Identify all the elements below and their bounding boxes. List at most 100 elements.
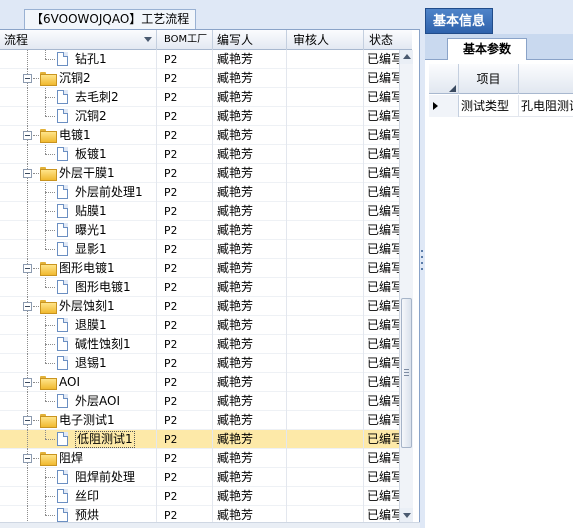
scroll-down-button[interactable]: [400, 508, 413, 522]
table-row[interactable]: 低阻测试1 P2 臧艳芳 已编写: [0, 430, 399, 449]
table-row[interactable]: 显影1 P2 臧艳芳 已编写: [0, 240, 399, 259]
writer-cell: 臧艳芳: [213, 392, 287, 411]
column-header-reviewer[interactable]: 审核人: [287, 30, 364, 50]
tree-cell[interactable]: 外层干膜1: [0, 164, 157, 183]
tree-cell[interactable]: 低阻测试1: [0, 430, 157, 449]
tree-cell[interactable]: 曝光1: [0, 221, 157, 240]
drag-handle[interactable]: [462, 0, 522, 5]
table-row[interactable]: 外层蚀刻1 P2 臧艳芳 已编写: [0, 297, 399, 316]
collapse-toggle-icon[interactable]: [23, 454, 32, 463]
tree-cell[interactable]: 阻焊: [0, 449, 157, 468]
document-icon: [57, 52, 68, 66]
table-row[interactable]: 图形电镀1 P2 臧艳芳 已编写: [0, 278, 399, 297]
tree-cell[interactable]: 电镀1: [0, 126, 157, 145]
table-row[interactable]: 退锡1 P2 臧艳芳 已编写: [0, 354, 399, 373]
tree-cell[interactable]: 退锡1: [0, 354, 157, 373]
horizontal-scrollbar[interactable]: [0, 522, 420, 528]
splitter-grip-dot: [421, 256, 423, 258]
table-row[interactable]: 钻孔1 P2 臧艳芳 已编写: [0, 50, 399, 69]
tree-node-label: AOI: [59, 375, 80, 389]
tree-cell[interactable]: 钻孔1: [0, 50, 157, 69]
property-key: 测试类型: [459, 95, 519, 117]
tree-cell[interactable]: 贴膜1: [0, 202, 157, 221]
table-row[interactable]: 图形电镀1 P2 臧艳芳 已编写: [0, 259, 399, 278]
right-tab-bar: 基本信息: [425, 0, 573, 34]
collapse-toggle-icon[interactable]: [23, 169, 32, 178]
tree-cell[interactable]: 板镀1: [0, 145, 157, 164]
collapse-toggle-icon[interactable]: [23, 416, 32, 425]
property-row[interactable]: 测试类型 孔电阻测试: [429, 95, 573, 117]
tree-cell[interactable]: 电子测试1: [0, 411, 157, 430]
vertical-scrollbar[interactable]: [399, 50, 413, 522]
tree-cell[interactable]: 阻焊前处理: [0, 468, 157, 487]
collapse-toggle-icon[interactable]: [23, 378, 32, 387]
bom-factory-cell: P2: [157, 240, 213, 259]
table-row[interactable]: 外层前处理1 P2 臧艳芳 已编写: [0, 183, 399, 202]
reviewer-cell: [287, 107, 364, 126]
tab-process-flow[interactable]: 【6VOOWOJQAO】工艺流程: [24, 9, 197, 29]
column-header-bom-factory[interactable]: BOM工厂: [157, 30, 213, 50]
tree-cell[interactable]: 去毛刺2: [0, 88, 157, 107]
corner-triangle-icon: [449, 85, 456, 92]
table-row[interactable]: 曝光1 P2 臧艳芳 已编写: [0, 221, 399, 240]
table-row[interactable]: 电子测试1 P2 臧艳芳 已编写: [0, 411, 399, 430]
table-row[interactable]: 去毛刺2 P2 臧艳芳 已编写: [0, 88, 399, 107]
tree-cell[interactable]: 丝印: [0, 487, 157, 506]
tree-node-label: 外层AOI: [75, 394, 120, 408]
tree-cell[interactable]: 外层AOI: [0, 392, 157, 411]
property-value[interactable]: 孔电阻测试: [519, 95, 573, 117]
column-header-status[interactable]: 状态: [364, 30, 412, 50]
collapse-toggle-icon[interactable]: [23, 74, 32, 83]
table-row[interactable]: 丝印 P2 臧艳芳 已编写: [0, 487, 399, 506]
tree-guide-line: [33, 78, 39, 79]
tree-cell[interactable]: 图形电镀1: [0, 259, 157, 278]
table-row[interactable]: 退膜1 P2 臧艳芳 已编写: [0, 316, 399, 335]
table-row[interactable]: 贴膜1 P2 臧艳芳 已编写: [0, 202, 399, 221]
subtab-basic-params[interactable]: 基本参数: [447, 38, 527, 60]
table-row[interactable]: 沉铜2 P2 臧艳芳 已编写: [0, 69, 399, 88]
tree-cell[interactable]: 外层前处理1: [0, 183, 157, 202]
tree-cell[interactable]: 外层蚀刻1: [0, 297, 157, 316]
tree-cell[interactable]: 图形电镀1: [0, 278, 157, 297]
tree-guide-line: [45, 278, 46, 287]
collapse-toggle-icon[interactable]: [23, 131, 32, 140]
tree-guide-line: [45, 59, 55, 60]
tab-basic-info[interactable]: 基本信息: [425, 8, 493, 34]
table-row[interactable]: 沉铜2 P2 臧艳芳 已编写: [0, 107, 399, 126]
bom-factory-cell: P2: [157, 335, 213, 354]
collapse-toggle-icon[interactable]: [23, 302, 32, 311]
reviewer-cell: [287, 411, 364, 430]
writer-cell: 臧艳芳: [213, 487, 287, 506]
tree-cell[interactable]: 预烘: [0, 506, 157, 522]
status-cell: 已编写: [367, 90, 399, 104]
tree-guide-line: [27, 183, 28, 202]
table-row[interactable]: 外层AOI P2 臧艳芳 已编写: [0, 392, 399, 411]
column-header-writer[interactable]: 编写人: [213, 30, 287, 50]
tree-cell[interactable]: 退膜1: [0, 316, 157, 335]
tree-guide-line: [45, 439, 55, 440]
table-row[interactable]: 电镀1 P2 臧艳芳 已编写: [0, 126, 399, 145]
table-row[interactable]: 碱性蚀刻1 P2 臧艳芳 已编写: [0, 335, 399, 354]
table-row[interactable]: 阻焊 P2 臧艳芳 已编写: [0, 449, 399, 468]
tree-guide-line: [45, 506, 46, 515]
table-row[interactable]: 阻焊前处理 P2 臧艳芳 已编写: [0, 468, 399, 487]
tree-guide-line: [45, 325, 55, 326]
table-row[interactable]: 外层干膜1 P2 臧艳芳 已编写: [0, 164, 399, 183]
column-header-item[interactable]: 项目: [459, 64, 519, 94]
scrollbar-thumb[interactable]: [401, 298, 412, 448]
grid-corner-cell[interactable]: [429, 64, 459, 94]
reviewer-cell: [287, 430, 364, 449]
collapse-toggle-icon[interactable]: [23, 264, 32, 273]
column-header-process[interactable]: 流程: [0, 30, 157, 50]
tree-cell[interactable]: 显影1: [0, 240, 157, 259]
status-cell: 已编写: [367, 470, 399, 484]
scroll-up-button[interactable]: [400, 50, 413, 64]
tree-cell[interactable]: AOI: [0, 373, 157, 392]
tree-cell[interactable]: 沉铜2: [0, 107, 157, 126]
tree-cell[interactable]: 碱性蚀刻1: [0, 335, 157, 354]
tree-cell[interactable]: 沉铜2: [0, 69, 157, 88]
status-cell: 已编写: [367, 71, 399, 85]
table-row[interactable]: 预烘 P2 臧艳芳 已编写: [0, 506, 399, 522]
table-row[interactable]: 板镀1 P2 臧艳芳 已编写: [0, 145, 399, 164]
table-row[interactable]: AOI P2 臧艳芳 已编写: [0, 373, 399, 392]
